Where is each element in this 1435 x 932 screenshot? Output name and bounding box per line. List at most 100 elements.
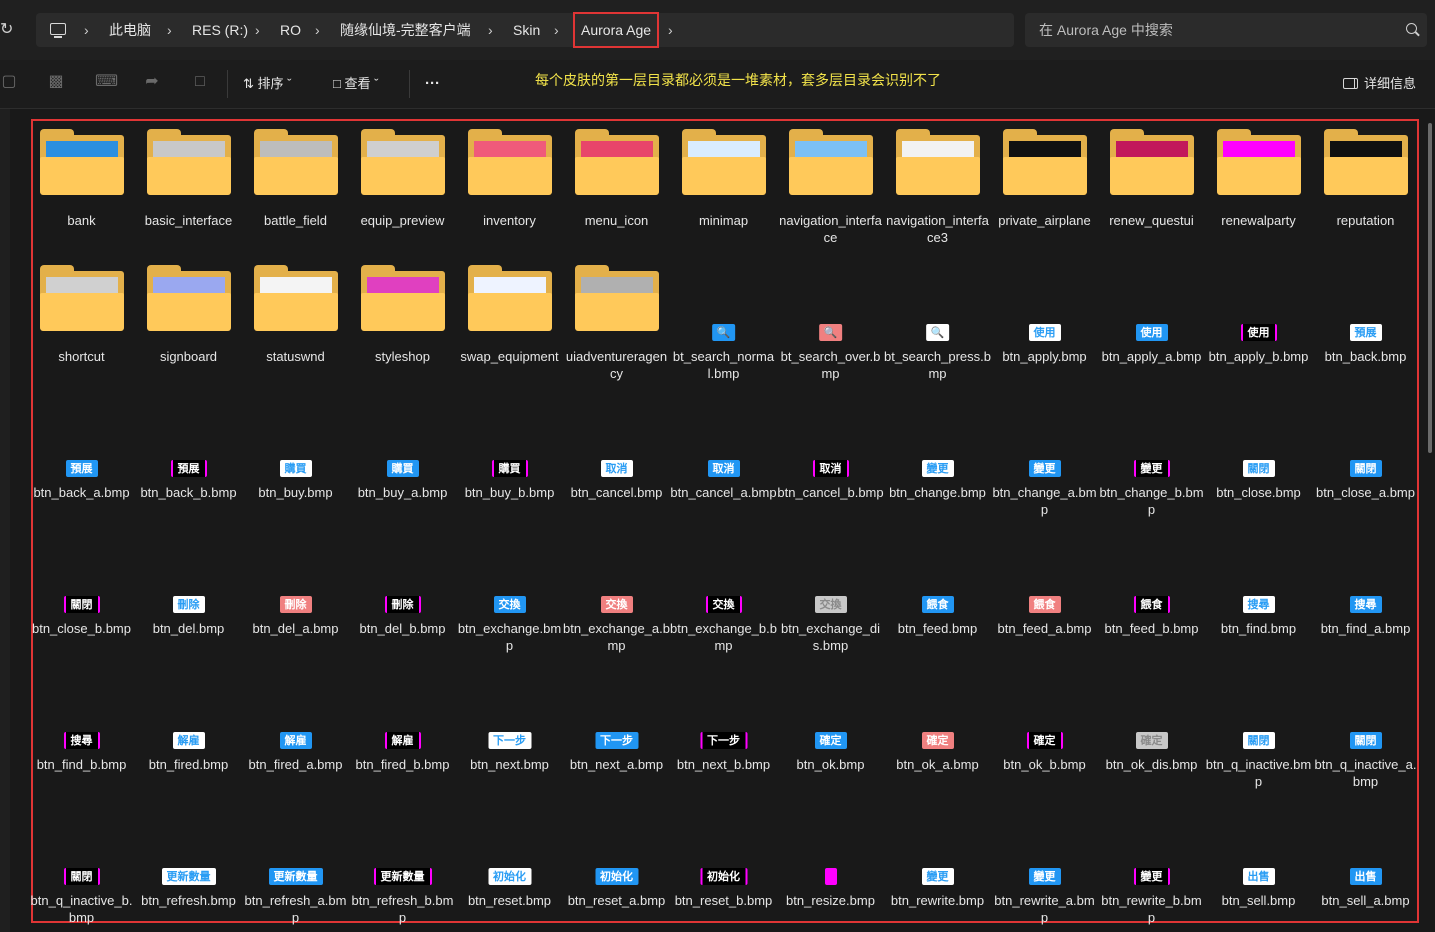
copy-icon[interactable]: ▩ bbox=[47, 73, 65, 91]
search-box[interactable]: 在 Aurora Age 中搜索 bbox=[1025, 13, 1427, 47]
file-item[interactable]: 初始化 btn_reset_a.bmp bbox=[563, 801, 670, 929]
file-item[interactable]: 出售 btn_sell.bmp bbox=[1205, 801, 1312, 929]
file-item[interactable]: 使用 btn_apply.bmp bbox=[991, 257, 1098, 389]
more-options-button[interactable]: ··· bbox=[425, 72, 440, 96]
file-item[interactable]: 刪除 btn_del_a.bmp bbox=[242, 529, 349, 661]
search-icon[interactable] bbox=[1406, 23, 1417, 34]
file-item[interactable]: 交換 btn_exchange_a.bmp bbox=[563, 529, 670, 661]
file-item[interactable]: 更新數量 btn_refresh_b.bmp bbox=[349, 801, 456, 929]
file-item[interactable]: 更新數量 btn_refresh.bmp bbox=[135, 801, 242, 929]
file-item[interactable]: 關閉 btn_q_inactive_a.bmp bbox=[1312, 665, 1419, 797]
file-item[interactable]: 變更 btn_rewrite_a.bmp bbox=[991, 801, 1098, 929]
file-item[interactable]: 使用 btn_apply_a.bmp bbox=[1098, 257, 1205, 389]
folder-item[interactable]: bank bbox=[28, 121, 135, 253]
file-item[interactable]: 變更 btn_change_a.bmp bbox=[991, 393, 1098, 525]
search-input[interactable]: 在 Aurora Age 中搜索 bbox=[1039, 13, 1173, 47]
chevron-right-icon[interactable]: › bbox=[554, 13, 559, 47]
folder-item[interactable]: renewalparty bbox=[1205, 121, 1312, 253]
file-item[interactable]: 取消 btn_cancel.bmp bbox=[563, 393, 670, 525]
file-item[interactable]: 下一步 btn_next_a.bmp bbox=[563, 665, 670, 797]
file-item[interactable]: 變更 btn_change.bmp bbox=[884, 393, 991, 525]
delete-icon[interactable]: □ bbox=[191, 73, 209, 91]
chevron-right-icon[interactable]: › bbox=[488, 13, 493, 47]
folder-item[interactable]: signboard bbox=[135, 257, 242, 389]
file-item[interactable]: 購買 btn_buy.bmp bbox=[242, 393, 349, 525]
chevron-right-icon[interactable]: › bbox=[167, 13, 172, 47]
file-item[interactable]: 預展 btn_back.bmp bbox=[1312, 257, 1419, 389]
file-item[interactable]: 交換 btn_exchange.bmp bbox=[456, 529, 563, 661]
file-item[interactable]: 搜尋 btn_find.bmp bbox=[1205, 529, 1312, 661]
folder-item[interactable]: basic_interface bbox=[135, 121, 242, 253]
file-item[interactable]: 更新數量 btn_refresh_a.bmp bbox=[242, 801, 349, 929]
folder-item[interactable]: shortcut bbox=[28, 257, 135, 389]
file-item[interactable]: 關閉 btn_close.bmp bbox=[1205, 393, 1312, 525]
file-item[interactable]: 變更 btn_rewrite.bmp bbox=[884, 801, 991, 929]
file-item[interactable]: 初始化 btn_reset_b.bmp bbox=[670, 801, 777, 929]
file-item[interactable]: 解雇 btn_fired_b.bmp bbox=[349, 665, 456, 797]
file-item[interactable]: 取消 btn_cancel_a.bmp bbox=[670, 393, 777, 525]
file-item[interactable]: 預展 btn_back_a.bmp bbox=[28, 393, 135, 525]
folder-item[interactable]: statuswnd bbox=[242, 257, 349, 389]
share-icon[interactable]: ➦ bbox=[143, 73, 161, 91]
file-item[interactable]: 關閉 btn_close_a.bmp bbox=[1312, 393, 1419, 525]
file-item[interactable]: 購買 btn_buy_a.bmp bbox=[349, 393, 456, 525]
file-item[interactable]: 下一步 btn_next.bmp bbox=[456, 665, 563, 797]
scrollbar[interactable] bbox=[1428, 123, 1432, 453]
breadcrumb-drive[interactable]: RES (R:) bbox=[192, 13, 248, 47]
file-item[interactable]: 搜尋 btn_find_a.bmp bbox=[1312, 529, 1419, 661]
file-item[interactable]: 交換 btn_exchange_b.bmp bbox=[670, 529, 777, 661]
breadcrumb[interactable]: › 此电脑 › RES (R:) › RO › 随缘仙境-完整客户端 › Ski… bbox=[36, 12, 1014, 48]
file-item[interactable]: 變更 btn_change_b.bmp bbox=[1098, 393, 1205, 525]
file-item[interactable]: 🔍 bt_search_press.bmp bbox=[884, 257, 991, 389]
file-item[interactable]: 解雇 btn_fired_a.bmp bbox=[242, 665, 349, 797]
file-item[interactable]: 關閉 btn_q_inactive.bmp bbox=[1205, 665, 1312, 797]
file-item[interactable]: btn_resize.bmp bbox=[777, 801, 884, 929]
folder-item[interactable]: renew_questui bbox=[1098, 121, 1205, 253]
folder-item[interactable]: equip_preview bbox=[349, 121, 456, 253]
file-item[interactable]: 刪除 btn_del.bmp bbox=[135, 529, 242, 661]
folder-item[interactable]: uiadventureragency bbox=[563, 257, 670, 389]
file-item[interactable]: 關閉 btn_close_b.bmp bbox=[28, 529, 135, 661]
folder-item[interactable]: minimap bbox=[670, 121, 777, 253]
file-item[interactable]: 搜尋 btn_find_b.bmp bbox=[28, 665, 135, 797]
folder-item[interactable]: battle_field bbox=[242, 121, 349, 253]
file-item[interactable]: 確定 btn_ok_dis.bmp bbox=[1098, 665, 1205, 797]
folder-item[interactable]: styleshop bbox=[349, 257, 456, 389]
file-item[interactable]: 出售 btn_sell_a.bmp bbox=[1312, 801, 1419, 929]
file-item[interactable]: 餵食 btn_feed_b.bmp bbox=[1098, 529, 1205, 661]
folder-item[interactable]: navigation_interface3 bbox=[884, 121, 991, 253]
folder-item[interactable]: private_airplane bbox=[991, 121, 1098, 253]
file-item[interactable]: 變更 btn_rewrite_b.bmp bbox=[1098, 801, 1205, 929]
folder-item[interactable]: swap_equipment bbox=[456, 257, 563, 389]
breadcrumb-this-pc[interactable]: 此电脑 bbox=[109, 13, 151, 47]
computer-icon[interactable] bbox=[50, 23, 66, 38]
folder-item[interactable]: reputation bbox=[1312, 121, 1419, 253]
file-item[interactable]: 預展 btn_back_b.bmp bbox=[135, 393, 242, 525]
cut-icon[interactable]: ▢ bbox=[0, 73, 18, 91]
file-item[interactable]: 使用 btn_apply_b.bmp bbox=[1205, 257, 1312, 389]
chevron-right-icon[interactable]: › bbox=[315, 13, 320, 47]
file-item[interactable]: 關閉 btn_q_inactive_b.bmp bbox=[28, 801, 135, 929]
folder-item[interactable]: navigation_interface bbox=[777, 121, 884, 253]
chevron-right-icon[interactable]: › bbox=[84, 13, 89, 47]
file-item[interactable]: 刪除 btn_del_b.bmp bbox=[349, 529, 456, 661]
file-item[interactable]: 交換 btn_exchange_dis.bmp bbox=[777, 529, 884, 661]
file-item[interactable]: 🔍 bt_search_over.bmp bbox=[777, 257, 884, 389]
folder-item[interactable]: inventory bbox=[456, 121, 563, 253]
file-item[interactable]: 餵食 btn_feed_a.bmp bbox=[991, 529, 1098, 661]
file-item[interactable]: 確定 btn_ok_a.bmp bbox=[884, 665, 991, 797]
rename-icon[interactable]: ⌨ bbox=[95, 73, 118, 91]
file-item[interactable]: 🔍 bt_search_normal.bmp bbox=[670, 257, 777, 389]
sort-button[interactable]: ⇅ 排序 ˇ bbox=[243, 72, 291, 96]
file-item[interactable]: 確定 btn_ok.bmp bbox=[777, 665, 884, 797]
chevron-right-icon[interactable]: › bbox=[668, 13, 673, 47]
breadcrumb-client[interactable]: 随缘仙境-完整客户端 bbox=[340, 13, 471, 47]
breadcrumb-skin[interactable]: Skin bbox=[513, 13, 540, 47]
breadcrumb-ro[interactable]: RO bbox=[280, 13, 301, 47]
breadcrumb-current-folder[interactable]: Aurora Age bbox=[573, 12, 660, 48]
details-pane-button[interactable]: 详细信息 bbox=[1343, 72, 1416, 96]
chevron-right-icon[interactable]: › bbox=[255, 13, 260, 47]
file-item[interactable]: 初始化 btn_reset.bmp bbox=[456, 801, 563, 929]
file-item[interactable]: 解雇 btn_fired.bmp bbox=[135, 665, 242, 797]
file-item[interactable]: 購買 btn_buy_b.bmp bbox=[456, 393, 563, 525]
